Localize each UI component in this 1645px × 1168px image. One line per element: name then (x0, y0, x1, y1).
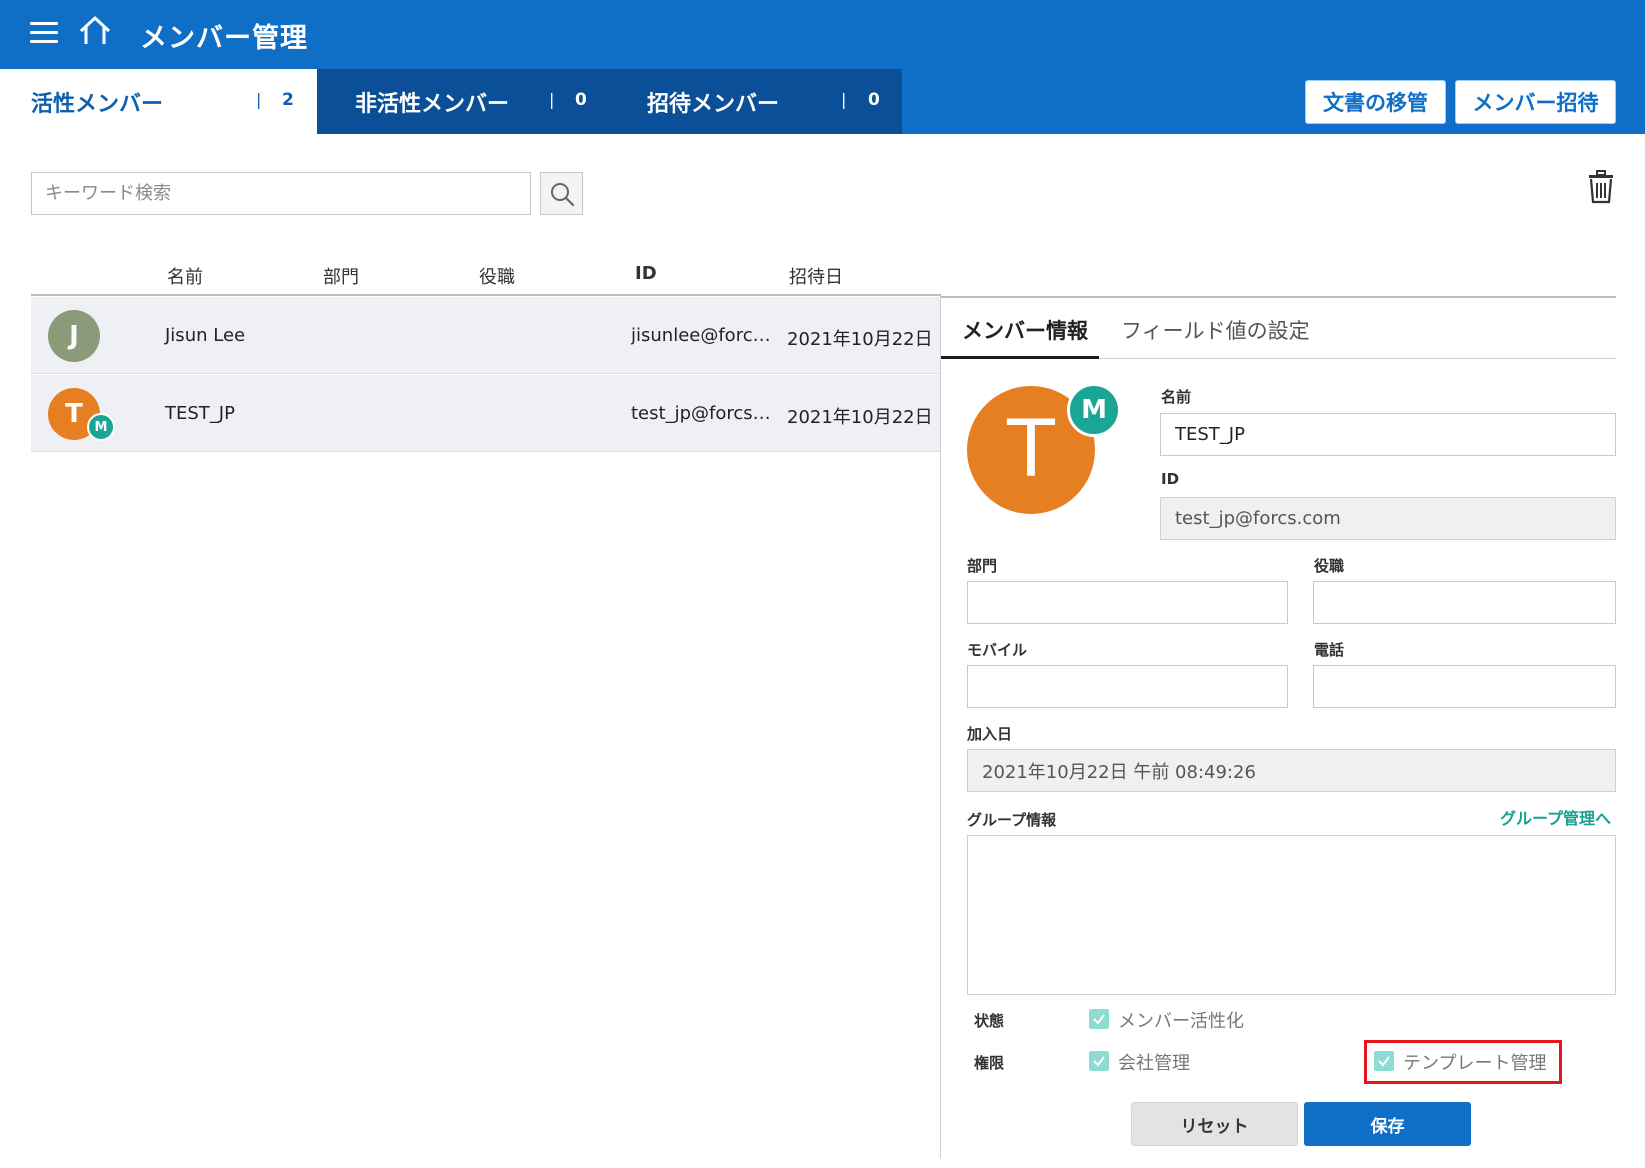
tab-count: 0 (575, 90, 587, 110)
group-management-link[interactable]: グループ管理へ (1500, 805, 1611, 829)
department-field[interactable] (967, 581, 1288, 624)
home-icon[interactable] (78, 14, 112, 48)
search-button[interactable] (540, 172, 583, 215)
column-header-name[interactable]: 名前 (167, 263, 203, 289)
joined-date-label: 加入日 (967, 725, 1013, 743)
group-info-label: グループ情報 (967, 811, 1057, 829)
mobile-field[interactable] (967, 665, 1288, 708)
search-icon (550, 182, 574, 206)
joined-date-field (967, 749, 1616, 792)
group-info-box (967, 835, 1616, 995)
tab-member-info[interactable]: メンバー情報 (962, 315, 1088, 345)
search-input[interactable] (31, 172, 531, 215)
row-id: jisunlee@forcs… (631, 325, 773, 346)
tab-count: 2 (282, 90, 294, 110)
check-icon (1093, 1014, 1105, 1025)
member-active-checkbox[interactable] (1089, 1009, 1109, 1029)
trash-icon[interactable] (1585, 170, 1617, 204)
column-header-invite-date[interactable]: 招待日 (789, 263, 843, 289)
department-label: 部門 (967, 557, 998, 575)
highlight-annotation (1364, 1040, 1562, 1084)
column-header-position[interactable]: 役職 (479, 263, 515, 289)
tab-separator: | (256, 90, 262, 109)
page-title: メンバー管理 (140, 23, 308, 54)
company-admin-checkbox[interactable] (1089, 1051, 1109, 1071)
position-field[interactable] (1313, 581, 1616, 624)
name-label: 名前 (1161, 388, 1192, 406)
phone-label: 電話 (1314, 641, 1345, 659)
invite-member-button[interactable]: メンバー招待 (1455, 80, 1616, 124)
row-name: Jisun Lee (165, 325, 246, 346)
tab-label: 活性メンバー (31, 91, 164, 117)
row-invite-date: 2021年10月22日 (787, 407, 933, 428)
tab-field-settings[interactable]: フィールド値の設定 (1121, 315, 1310, 345)
tab-inactive-members[interactable]: 非活性メンバー | 0 (317, 69, 609, 134)
name-field[interactable] (1160, 413, 1616, 456)
tab-active-members[interactable]: 活性メンバー | 2 (0, 69, 317, 134)
tab-separator: | (841, 90, 847, 109)
column-header-department[interactable]: 部門 (323, 263, 359, 289)
status-label: 状態 (974, 1012, 1005, 1030)
hamburger-menu-icon[interactable] (30, 22, 58, 44)
column-header-id[interactable]: ID (635, 263, 657, 284)
app-header: メンバー管理 活性メンバー | 2 非活性メンバー | 0 招待メンバー | 0… (0, 0, 1645, 134)
manager-badge: M (87, 413, 115, 441)
permission-label: 権限 (974, 1054, 1005, 1072)
transfer-documents-button[interactable]: 文書の移管 (1305, 80, 1446, 124)
row-invite-date: 2021年10月22日 (787, 329, 933, 350)
table-row[interactable]: J Jisun Lee jisunlee@forcs… 2021年10月22日 (31, 297, 940, 374)
manager-badge: M (1067, 383, 1121, 437)
table-row[interactable]: T M TEST_JP test_jp@forcs.… 2021年10月22日 (31, 375, 940, 452)
mobile-label: モバイル (967, 641, 1028, 659)
avatar: J (48, 310, 100, 362)
tab-label: 非活性メンバー (355, 91, 510, 117)
detail-tab-divider (1099, 358, 1616, 359)
tab-separator: | (549, 90, 555, 109)
row-id: test_jp@forcs.… (631, 403, 773, 424)
active-tab-indicator (941, 356, 1099, 359)
table-header-divider (31, 294, 941, 296)
phone-field[interactable] (1313, 665, 1616, 708)
tab-label: 招待メンバー (647, 91, 780, 117)
save-button[interactable]: 保存 (1304, 1102, 1471, 1146)
tab-count: 0 (868, 90, 880, 110)
row-name: TEST_JP (165, 403, 235, 424)
detail-top-divider (941, 296, 1616, 298)
member-active-label: メンバー活性化 (1118, 1011, 1244, 1032)
id-label: ID (1161, 470, 1180, 488)
id-field (1160, 497, 1616, 540)
tab-invited-members[interactable]: 招待メンバー | 0 (609, 69, 902, 134)
reset-button[interactable]: リセット (1131, 1102, 1298, 1146)
position-label: 役職 (1314, 557, 1345, 575)
panel-divider (940, 296, 941, 1158)
company-admin-label: 会社管理 (1118, 1053, 1190, 1074)
check-icon (1093, 1056, 1105, 1067)
